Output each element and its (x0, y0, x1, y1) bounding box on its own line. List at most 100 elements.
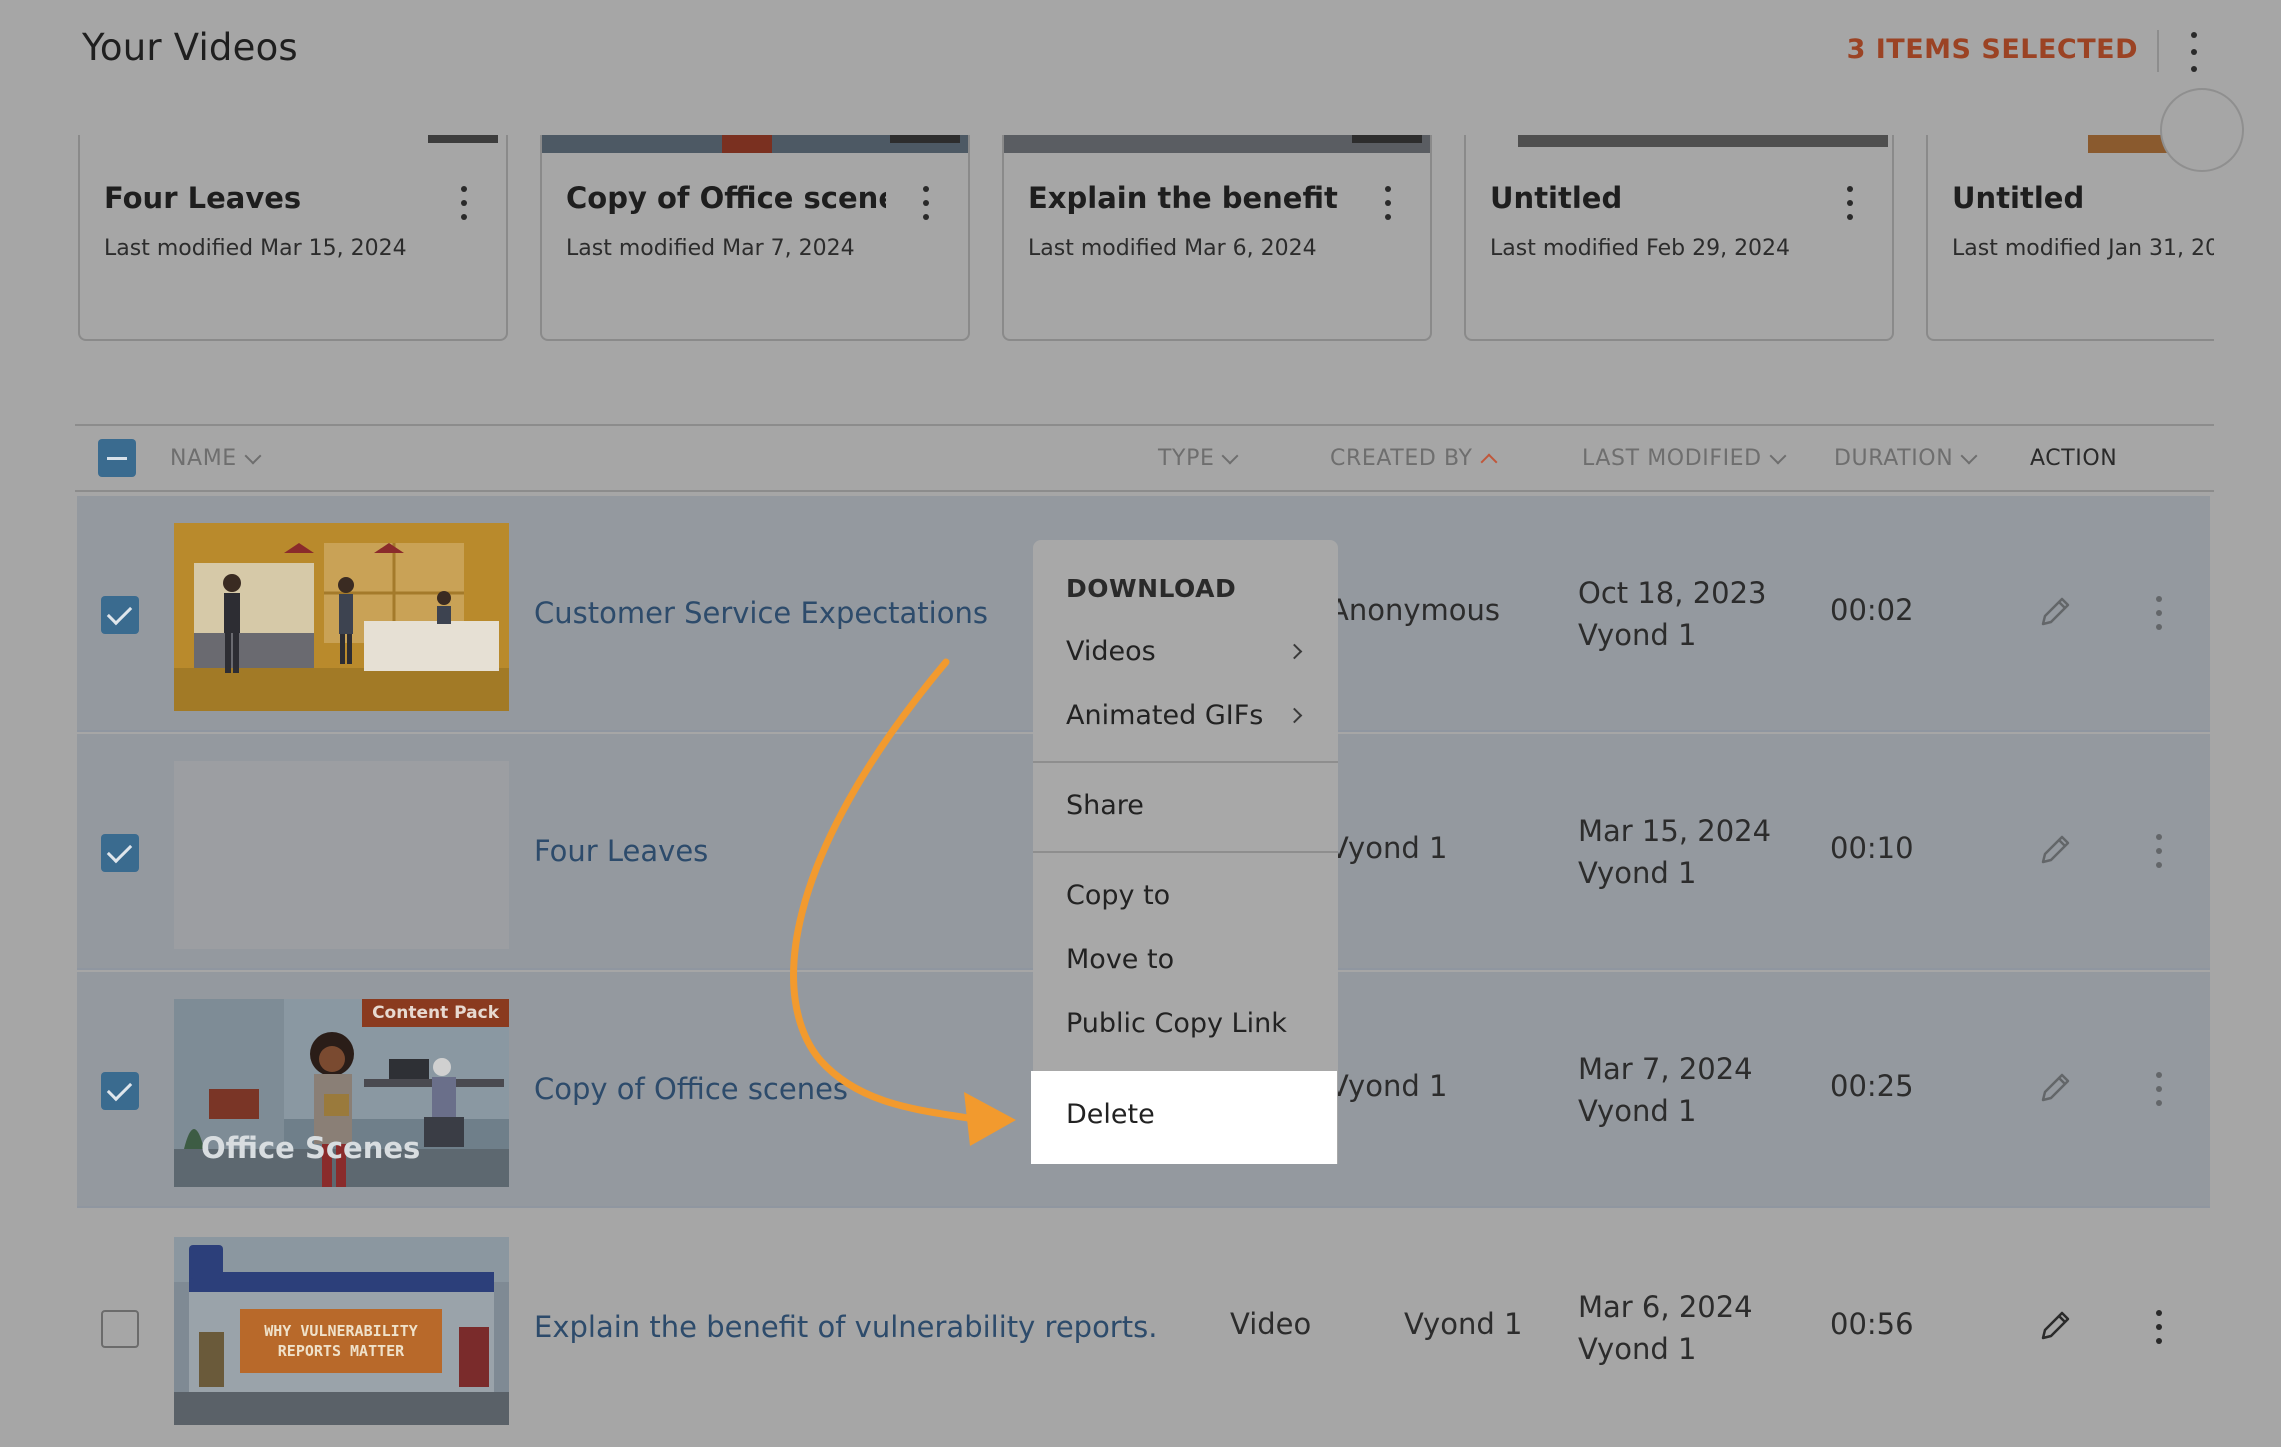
last-modified-cell: Oct 18, 2023 Vyond 1 (1578, 572, 1767, 656)
modified-date: Mar 15, 2024 (1578, 814, 1772, 848)
chevron-down-icon (1960, 447, 1978, 464)
card-thumbnail (542, 135, 968, 153)
duration-cell: 00:25 (1830, 1069, 1914, 1103)
carousel-next-button[interactable] (2160, 88, 2244, 172)
table-top-border (75, 424, 2214, 426)
type-cell: Video (1230, 1307, 1312, 1341)
video-thumbnail[interactable]: WHY VULNERABILITY REPORTS MATTER (174, 1237, 509, 1425)
table-row[interactable]: WHY VULNERABILITY REPORTS MATTER Explain… (77, 1210, 2210, 1446)
menu-item-share[interactable]: Share (1066, 790, 1144, 821)
column-header-label: CREATED BY (1330, 446, 1473, 471)
row-kebab-icon[interactable] (2153, 1310, 2165, 1344)
column-header-last-modified[interactable]: LAST MODIFIED (1582, 446, 1787, 471)
row-kebab-icon[interactable] (2153, 1072, 2165, 1106)
select-all-checkbox[interactable] (98, 439, 136, 477)
column-header-label: LAST MODIFIED (1582, 446, 1762, 471)
page-header: Your Videos 3 ITEMS SELECTED (0, 0, 2281, 102)
column-header-label: ACTION (2030, 446, 2118, 471)
chevron-right-icon (1286, 643, 1303, 660)
recent-card-untitled-2[interactable]: Untitled Last modified Jan 31, 2024 (1926, 135, 2214, 341)
video-thumbnail[interactable]: Content Pack Office Scenes (174, 999, 509, 1187)
bulk-actions-kebab-icon[interactable] (2180, 32, 2208, 72)
card-kebab-icon[interactable] (920, 186, 932, 220)
card-modified: Last modified Mar 7, 2024 (566, 236, 855, 261)
chevron-down-icon (1221, 447, 1239, 464)
column-header-label: NAME (170, 446, 237, 471)
card-kebab-icon[interactable] (458, 186, 470, 220)
last-modified-cell: Mar 6, 2024 Vyond 1 (1578, 1286, 1753, 1370)
duration-cell: 00:10 (1830, 831, 1914, 865)
video-thumbnail[interactable] (174, 523, 509, 711)
edit-pencil-icon[interactable] (2035, 1068, 2075, 1108)
recent-card-untitled-1[interactable]: Untitled Last modified Feb 29, 2024 (1464, 135, 1894, 341)
card-modified: Last modified Jan 31, 2024 (1952, 236, 2214, 261)
menu-item-animated-gifs[interactable]: Animated GIFs (1066, 700, 1263, 731)
card-thumbnail (80, 135, 506, 153)
modified-by: Vyond 1 (1578, 856, 1697, 890)
card-thumbnail (1004, 135, 1430, 153)
card-title: Untitled (1490, 181, 1623, 215)
thumbnail-caption: WHY VULNERABILITY REPORTS MATTER (240, 1309, 442, 1373)
card-modified: Last modified Mar 15, 2024 (104, 236, 407, 261)
header-divider (2157, 30, 2159, 72)
card-title: Four Leaves (104, 181, 302, 215)
chevron-up-icon (1480, 453, 1497, 470)
created-by-cell: Vyond 1 (1329, 1069, 1448, 1103)
row-checkbox[interactable] (101, 1310, 139, 1348)
menu-divider (1033, 851, 1338, 853)
created-by-cell: Vyond 1 (1329, 831, 1448, 865)
row-checkbox[interactable] (101, 596, 139, 634)
row-checkbox[interactable] (101, 834, 139, 872)
column-header-action: ACTION (2030, 446, 2117, 471)
menu-section-download: DOWNLOAD (1066, 574, 1237, 603)
row-checkbox[interactable] (101, 1072, 139, 1110)
modified-by: Vyond 1 (1578, 1332, 1697, 1366)
video-name-link[interactable]: Copy of Office scenes (534, 1072, 848, 1106)
card-modified: Last modified Mar 6, 2024 (1028, 236, 1317, 261)
card-title: Untitled (1952, 181, 2085, 215)
edit-pencil-icon[interactable] (2035, 830, 2075, 870)
recent-card-four-leaves[interactable]: Four Leaves Last modified Mar 15, 2024 (78, 135, 508, 341)
content-pack-badge: Content Pack (362, 999, 509, 1027)
card-modified: Last modified Feb 29, 2024 (1490, 236, 1791, 261)
chevron-right-icon (1286, 707, 1303, 724)
menu-item-delete-label: Delete (1066, 1099, 1155, 1130)
created-by-cell: Anonymous (1329, 593, 1500, 627)
recent-card-copy-office[interactable]: Copy of Office scenes Last modified Mar … (540, 135, 970, 341)
column-header-type[interactable]: TYPE (1158, 446, 1239, 471)
column-header-name[interactable]: NAME (170, 446, 262, 471)
video-name-link[interactable]: Four Leaves (534, 834, 708, 868)
modified-by: Vyond 1 (1578, 618, 1697, 652)
table-header-border (75, 490, 2214, 492)
chevron-down-icon (1769, 447, 1787, 464)
row-kebab-icon[interactable] (2153, 834, 2165, 868)
menu-item-delete[interactable]: Delete (1031, 1071, 1337, 1164)
edit-pencil-icon[interactable] (2035, 1306, 2075, 1346)
menu-item-copy-to[interactable]: Copy to (1066, 880, 1170, 911)
card-kebab-icon[interactable] (1844, 186, 1856, 220)
video-thumbnail[interactable] (174, 761, 509, 949)
column-header-duration[interactable]: DURATION (1834, 446, 1978, 471)
duration-cell: 00:02 (1830, 593, 1914, 627)
menu-divider (1033, 761, 1338, 763)
menu-item-videos[interactable]: Videos (1066, 636, 1156, 667)
video-name-link[interactable]: Customer Service Expectations (534, 596, 988, 630)
card-thumbnail (1466, 135, 1892, 153)
row-kebab-icon[interactable] (2153, 596, 2165, 630)
column-header-created-by[interactable]: CREATED BY (1330, 446, 1497, 471)
video-name-link[interactable]: Explain the benefit of vulnerability rep… (534, 1310, 1157, 1344)
recent-card-explain-benefit[interactable]: Explain the benefit of v... Last modifie… (1002, 135, 1432, 341)
card-title: Copy of Office scenes (566, 181, 886, 215)
card-kebab-icon[interactable] (1382, 186, 1394, 220)
duration-cell: 00:56 (1830, 1307, 1914, 1341)
recent-videos-carousel: Four Leaves Last modified Mar 15, 2024 C… (0, 135, 2214, 345)
menu-item-public-copy-link[interactable]: Public Copy Link (1066, 1008, 1287, 1039)
modified-date: Oct 18, 2023 (1578, 576, 1767, 610)
menu-item-move-to[interactable]: Move to (1066, 944, 1174, 975)
edit-pencil-icon[interactable] (2035, 592, 2075, 632)
created-by-cell: Vyond 1 (1404, 1307, 1523, 1341)
modified-date: Mar 7, 2024 (1578, 1052, 1753, 1086)
selected-count-label: 3 ITEMS SELECTED (1846, 34, 2138, 65)
thumbnail-caption: Office Scenes (201, 1131, 421, 1165)
chevron-down-icon (244, 447, 262, 464)
